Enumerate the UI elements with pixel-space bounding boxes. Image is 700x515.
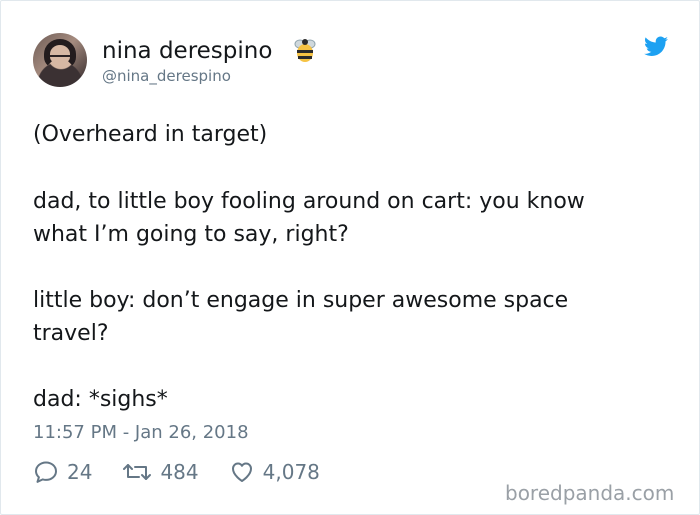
tweet-text-line: little boy: don’t engage in super awesom… xyxy=(33,288,569,313)
tweet-text-line: what I’m going to say, right? xyxy=(33,222,349,247)
like-button[interactable]: 4,078 xyxy=(229,458,320,486)
tweet-text-line: travel? xyxy=(33,321,109,346)
reply-icon xyxy=(35,461,57,483)
author-name[interactable]: nina derespino xyxy=(102,36,272,66)
tweet-timestamp[interactable]: 11:57 PM - Jan 26, 2018 xyxy=(33,421,249,445)
like-count: 4,078 xyxy=(262,460,320,484)
retweet-count: 484 xyxy=(160,460,199,484)
avatar-glasses xyxy=(50,55,70,62)
avatar[interactable] xyxy=(33,33,87,87)
retweet-icon xyxy=(123,464,152,480)
watermark: boredpanda.com xyxy=(505,481,675,505)
reply-count: 24 xyxy=(67,460,93,484)
retweet-button[interactable]: 484 xyxy=(122,458,199,486)
reply-button[interactable]: 24 xyxy=(33,458,92,486)
bee-emoji-icon xyxy=(294,39,316,62)
twitter-bird-icon[interactable] xyxy=(644,36,668,57)
heart-icon xyxy=(231,462,252,482)
avatar-hair xyxy=(44,39,76,69)
author-handle[interactable]: @nina_derespino xyxy=(102,66,231,86)
tweet-text-line: (Overheard in target) xyxy=(33,122,268,147)
tweet-text-line: dad, to little boy fooling around on car… xyxy=(33,189,585,214)
tweet-text-line: dad: *sighs* xyxy=(33,387,168,412)
tweet-actions: 24 484 4,078 xyxy=(33,457,350,487)
tweet-card: nina derespino @nina_derespino (Overhear… xyxy=(0,0,700,515)
